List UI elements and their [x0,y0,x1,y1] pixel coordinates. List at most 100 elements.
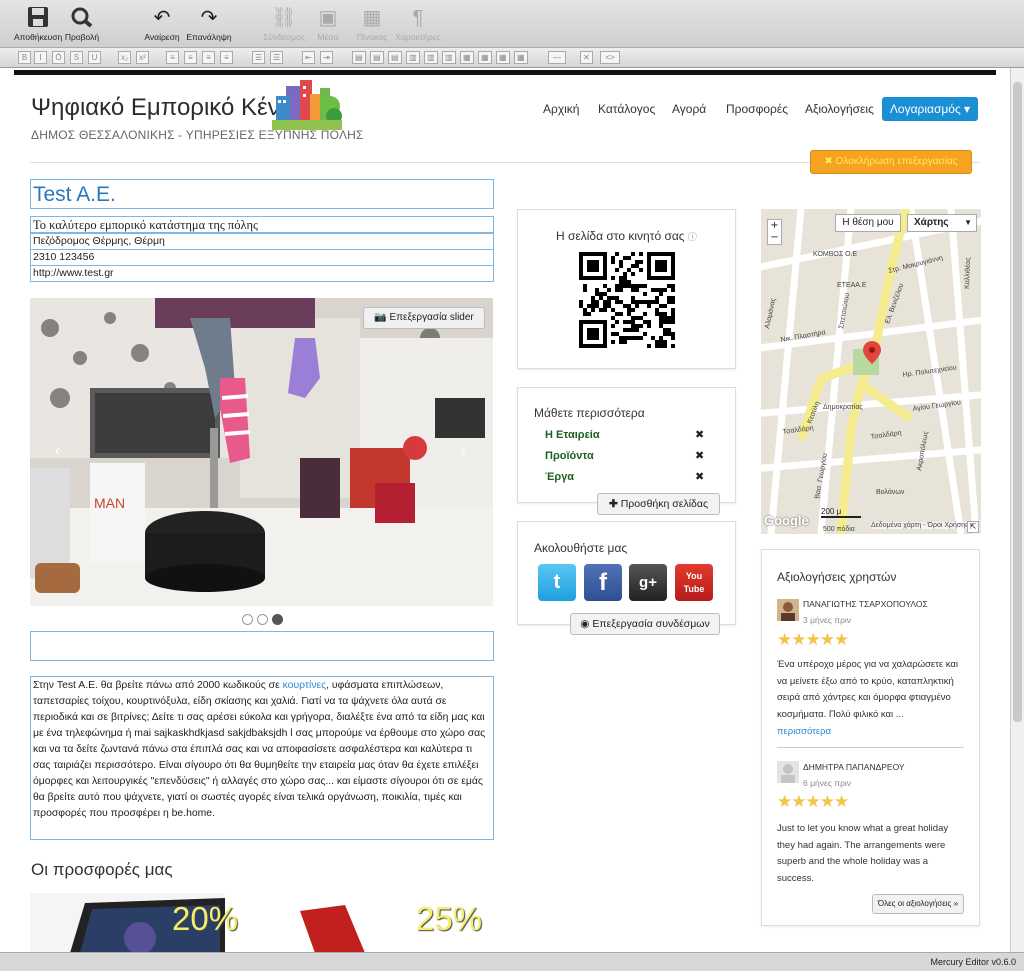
map-label-kombos: ΚΟΜΒΟΣ Ο.Ε [813,251,858,258]
remove-products-icon[interactable]: ✖ [695,449,704,462]
offers-heading: Οι προσφορές μας [31,860,173,879]
shop-photo: MAN ‹ › [30,298,493,606]
strikethrough-button[interactable]: S [70,51,83,64]
justify-button[interactable]: ≡ [220,51,233,64]
zoom-out-button[interactable]: − [768,232,781,244]
table-button[interactable]: ▦ Πίνακας [354,6,390,46]
table-merge-button[interactable]: ▦ [460,51,474,64]
map-expand-icon[interactable]: ⇱ [967,521,979,533]
location-map[interactable]: ΚΟΜΒΟΣ Ο.Ε ΕΤΕΑΑ.Ε Στρ. Μακρυγιάννη Ελ. … [761,209,981,534]
italic-button[interactable]: I [34,51,47,64]
twitter-icon[interactable]: t [538,564,576,601]
table-insert-col-left[interactable]: ▥ [406,51,420,64]
slider-dot-1[interactable] [242,614,253,625]
nav-home[interactable]: Αρχική [543,102,579,116]
slider-dot-2[interactable] [257,614,268,625]
slider-dot-3[interactable] [272,614,283,625]
table-delete-row[interactable]: ▤ [388,51,402,64]
undo-icon: ↶ [153,7,171,29]
svg-text:‹: ‹ [54,441,60,460]
html-source-button[interactable]: <> [600,51,620,64]
media-button[interactable]: ▣ Μέσα [312,6,344,46]
save-button[interactable]: Αποθήκευση [14,6,62,46]
photo-slider[interactable]: MAN ‹ › [30,298,493,606]
link-projects[interactable]: Έργα [545,471,574,483]
editor-version: Mercury Editor v0.6.0 [930,957,1016,967]
link-button[interactable]: ⛓ Σύνδεσμος [260,6,308,46]
info-icon[interactable]: ⓘ [688,232,697,242]
align-right-button[interactable]: ≡ [202,51,215,64]
outdent-button[interactable]: ⇤ [302,51,315,64]
align-left-button[interactable]: ≡ [166,51,179,64]
subscript-button[interactable]: x₂ [118,51,132,64]
characters-button[interactable]: ¶ Χαρακτήρες [394,6,442,46]
review-1-text: Ένα υπέροχο μέρος για να χαλαρώσετε και … [777,659,958,720]
more-panel-title: Μάθετε περισσότερα [534,406,645,420]
finish-editing-button[interactable]: ✖ Ολοκλήρωση επεξεργασίας [810,150,972,174]
align-center-button[interactable]: ≡ [184,51,197,64]
youtube-icon[interactable]: You Tube [675,564,713,601]
all-reviews-button[interactable]: Όλες οι αξιολογήσεις » [872,894,964,914]
add-page-button[interactable]: ✚ Προσθήκη σελίδας [597,493,720,515]
table-insert-row-below[interactable]: ▤ [370,51,384,64]
facebook-icon[interactable]: f [584,564,622,601]
company-slogan[interactable]: Το καλύτερο εμπορικό κατάστημα της πόλης [30,216,494,233]
table-unspan-button[interactable]: ▦ [514,51,528,64]
map-data-link[interactable]: Δεδομένα χάρτη - Όροι Χρήσης [871,522,969,529]
qr-panel-title: Η σελίδα στο κινητό σας ⓘ [556,229,697,243]
table-insert-col-right[interactable]: ▥ [424,51,438,64]
nav-offers[interactable]: Προσφορές [726,102,788,116]
edit-links-button[interactable]: ◉ Επεξεργασία συνδέσμων [570,613,720,635]
redo-button[interactable]: ↷ Επανάληψη [184,6,234,46]
edit-slider-button[interactable]: 📷 Επεξεργασία slider [363,307,485,329]
preview-button[interactable]: Προβολή [58,6,106,46]
horizontal-rule-button[interactable]: — [548,51,566,64]
review-1-rating-stars: ★★★★★ [777,630,849,650]
map-zoom-controls: + − [767,219,782,245]
map-type-select[interactable]: Χάρτης ▼ [907,214,977,232]
google-logo: Google [764,513,809,528]
company-description[interactable]: Στην Test A.E. θα βρείτε πάνω από 2000 κ… [30,676,494,840]
remove-company-icon[interactable]: ✖ [695,428,704,441]
unordered-list-button[interactable]: ☰ [252,51,266,64]
table-span-button[interactable]: ▦ [496,51,510,64]
bold-button[interactable]: B [18,51,31,64]
top-border [14,70,996,75]
company-phone[interactable]: 2310 123456 [30,249,494,266]
google-plus-icon[interactable]: g+ [629,564,667,601]
remove-projects-icon[interactable]: ✖ [695,470,704,483]
empty-editable-region[interactable] [30,631,494,661]
company-address[interactable]: Πεζόδρομος Θέρμης, Θέρμη [30,233,494,250]
superscript-button[interactable]: x² [136,51,149,64]
undo-button[interactable]: ↶ Αναίρεση [140,6,184,46]
indent-button[interactable]: ⇥ [320,51,333,64]
underline-button[interactable]: U [88,51,101,64]
nav-catalog[interactable]: Κατάλογος [598,102,655,116]
curtains-link[interactable]: κουρτίνες [283,680,327,691]
scrollbar-thumb[interactable] [1013,82,1022,722]
company-name[interactable]: Test A.E. [30,179,494,209]
redo-icon: ↷ [200,7,218,29]
qr-code [579,252,675,348]
review-1-more-link[interactable]: περισσότερα [777,724,967,741]
review-2-date: 6 μήνες πριν [803,778,852,788]
follow-panel-title: Ακολουθήστε μας [534,541,628,555]
vertical-scrollbar[interactable] [1010,68,1024,952]
remove-format-button[interactable]: ✕ [580,51,593,64]
nav-reviews[interactable]: Αξιολογήσεις [805,102,874,116]
table-split-button[interactable]: ▦ [478,51,492,64]
company-website[interactable]: http://www.test.gr [30,265,494,282]
link-products[interactable]: Προϊόντα [545,450,594,462]
my-location-button[interactable]: Η θέση μου [835,214,901,232]
table-insert-row-above[interactable]: ▤ [352,51,366,64]
table-delete-col[interactable]: ▥ [442,51,456,64]
nav-market[interactable]: Αγορά [672,102,706,116]
ordered-list-button[interactable]: ☰ [270,51,284,64]
editor-toolbar: Αποθήκευση Προβολή ↶ Αναίρεση ↷ Επανάληψ… [0,0,1024,48]
zoom-in-button[interactable]: + [768,220,781,232]
reviews-title: Αξιολογήσεις χρηστών [777,570,897,584]
link-company[interactable]: Η Εταιρεία [545,429,600,441]
account-dropdown-button[interactable]: Λογαριασμός ▾ [882,97,978,121]
overline-button[interactable]: Ō [52,51,65,64]
map-label-eteaa: ΕΤΕΑΑ.Ε [837,282,867,289]
